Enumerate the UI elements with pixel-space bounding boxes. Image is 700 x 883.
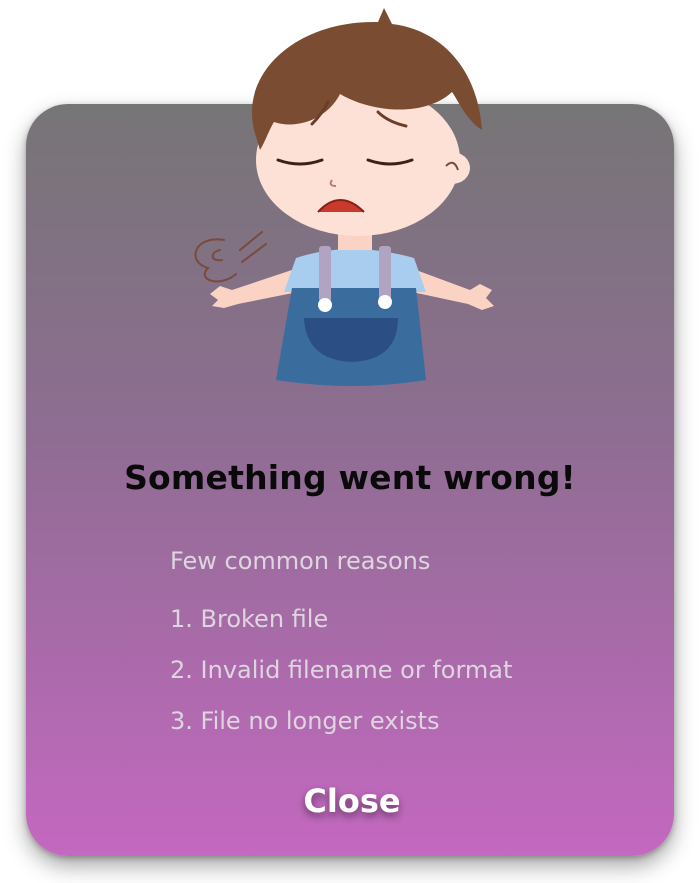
list-item: 3. File no longer exists — [170, 707, 440, 735]
list-item: 2. Invalid filename or format — [170, 656, 513, 684]
sad-boy-illustration — [194, 8, 494, 386]
sigh-puff-icon — [194, 231, 267, 283]
reasons-heading: Few common reasons — [170, 547, 431, 575]
page-title: Something went wrong! — [124, 458, 576, 497]
list-item: 1. Broken file — [170, 605, 329, 633]
close-button[interactable]: Close — [282, 773, 422, 829]
reasons-list: Few common reasons 1. Broken file 2. Inv… — [170, 543, 590, 747]
error-dialog-stage: Something went wrong! Few common reasons… — [0, 0, 700, 883]
